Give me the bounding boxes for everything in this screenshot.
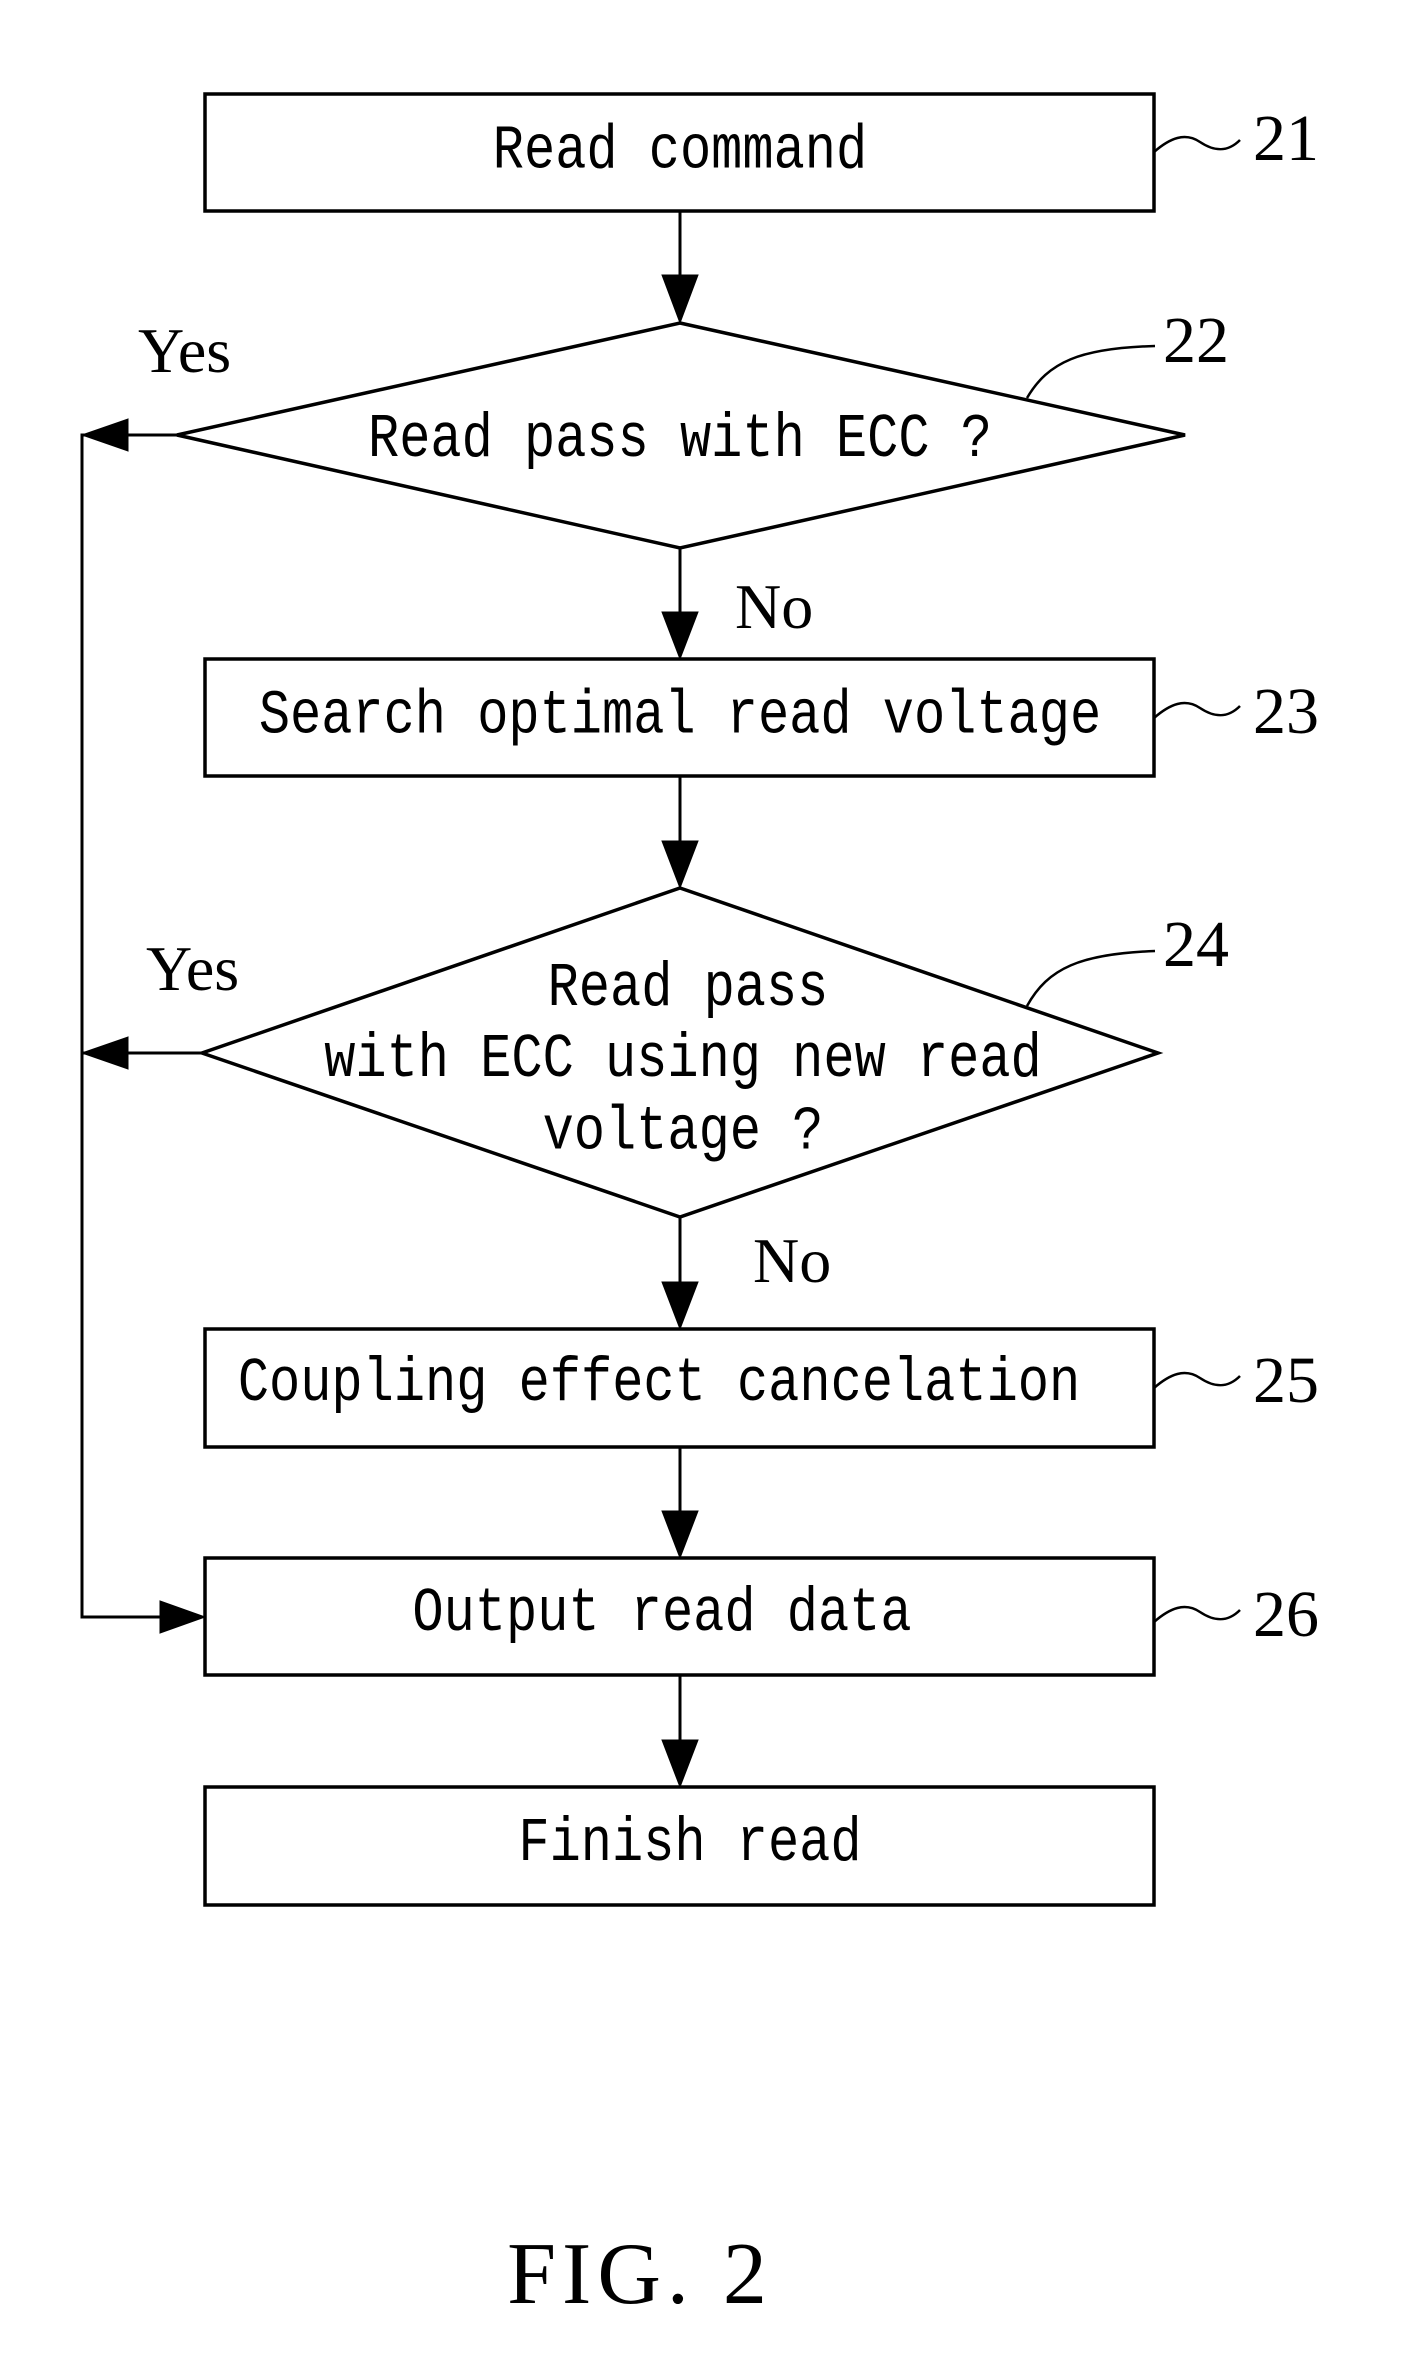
step-26-output-data: Output read data 26 <box>203 1556 1319 1677</box>
reference-leader <box>1025 344 1156 399</box>
arrowhead-yes-22 <box>80 418 129 452</box>
step-25-coupling-cancelation: Coupling effect cancelation 25 <box>203 1327 1319 1449</box>
step-text: Read pass with ECC ? <box>368 405 992 476</box>
arrowhead-24-25 <box>661 1281 699 1331</box>
reference-number: 24 <box>1163 908 1229 981</box>
reference-leader <box>1153 1371 1241 1389</box>
arrowhead-into-26 <box>159 1600 207 1634</box>
reference-number: 25 <box>1253 1344 1319 1417</box>
step-text: Read command <box>493 117 867 188</box>
flowchart: Read command 21 Read pass with ECC ? 22 … <box>80 92 1319 2323</box>
arrowhead-23-24 <box>661 840 699 890</box>
arrowhead-21-22 <box>661 274 699 325</box>
reference-leader <box>1153 135 1241 153</box>
no-label: No <box>735 571 813 642</box>
yes-label: Yes <box>138 315 231 386</box>
reference-leader <box>1153 1605 1241 1623</box>
step-text-line-2: with ECC using new read <box>324 1025 1042 1096</box>
step-24-decision: Read pass with ECC using new read voltag… <box>146 886 1229 1296</box>
arrowhead-22-23 <box>661 611 699 661</box>
reference-leader <box>1153 701 1241 719</box>
step-23-search-voltage: Search optimal read voltage 23 <box>203 657 1319 778</box>
yes-label: Yes <box>146 933 239 1004</box>
arrowhead-25-26 <box>661 1510 699 1560</box>
step-text-line-3: voltage ? <box>543 1098 824 1169</box>
reference-number: 26 <box>1253 1578 1319 1651</box>
step-text-line-1: Read pass <box>548 954 829 1025</box>
reference-number: 21 <box>1253 102 1319 175</box>
step-text: Coupling effect cancelation <box>238 1349 1080 1420</box>
step-21-read-command: Read command 21 <box>203 92 1319 213</box>
yes-loop-line <box>80 433 177 1619</box>
step-22-decision: Read pass with ECC ? 22 Yes No <box>138 304 1229 642</box>
no-label: No <box>753 1225 831 1296</box>
reference-leader <box>1025 949 1156 1007</box>
step-text: Search optimal read voltage <box>259 681 1101 752</box>
reference-number: 23 <box>1253 675 1319 748</box>
arrowhead-26-finish <box>661 1739 699 1789</box>
arrowhead-yes-24 <box>80 1036 129 1070</box>
figure-caption: FIG. 2 <box>507 2226 773 2323</box>
step-text: Finish read <box>518 1809 861 1880</box>
reference-number: 22 <box>1163 304 1229 377</box>
step-finish-read: Finish read <box>203 1785 1156 1907</box>
step-text: Output read data <box>412 1579 911 1650</box>
